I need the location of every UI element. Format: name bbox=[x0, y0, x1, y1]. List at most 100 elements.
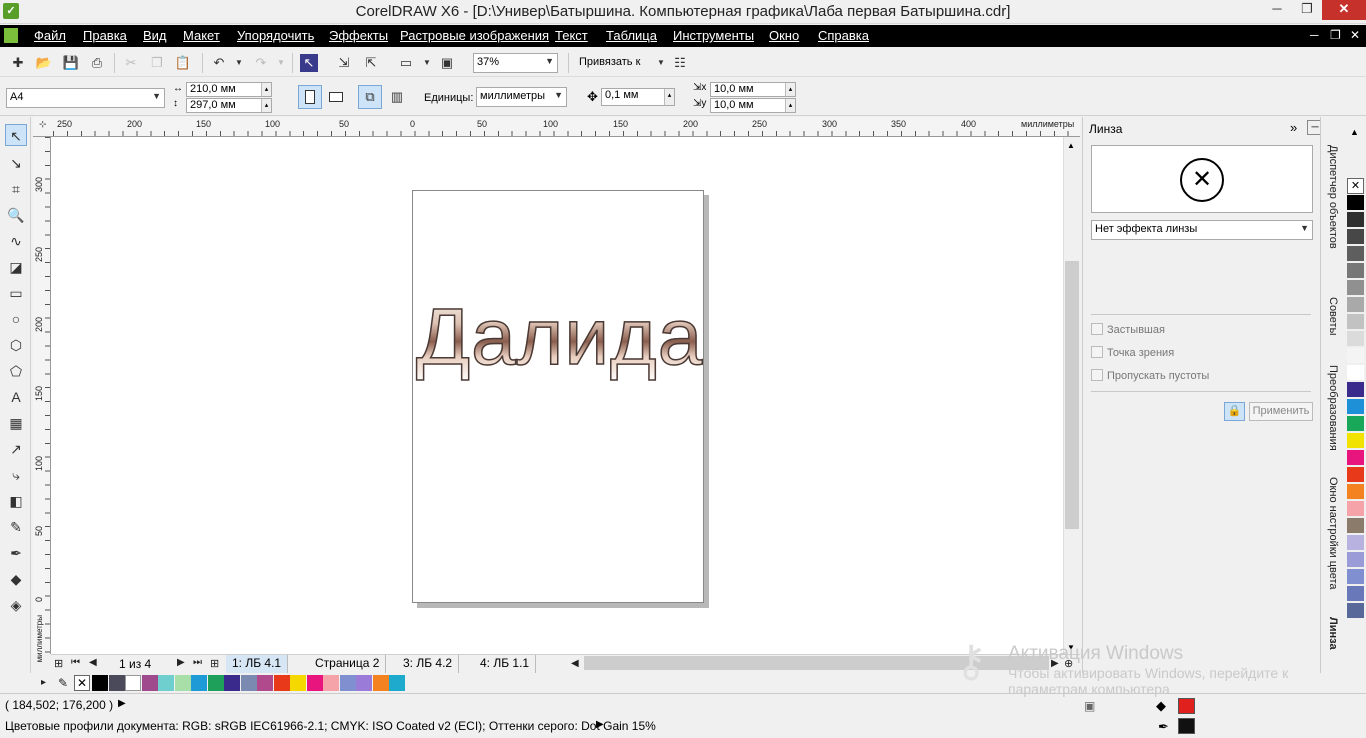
text-tool-icon[interactable]: A bbox=[5, 386, 27, 408]
page-size-combo[interactable]: A4 ▼ bbox=[6, 88, 165, 108]
vertical-scrollbar[interactable]: ▲ ▼ bbox=[1063, 137, 1080, 654]
fill-color-swatch[interactable] bbox=[1178, 698, 1195, 714]
color-swatch[interactable] bbox=[224, 675, 240, 691]
close-button[interactable]: ✕ bbox=[1322, 0, 1366, 20]
viewpoint-checkbox[interactable]: Точка зрения bbox=[1091, 346, 1174, 359]
snap-dropdown-icon[interactable]: ▼ bbox=[652, 54, 670, 72]
menu-text[interactable]: Текст bbox=[555, 28, 588, 43]
color-swatch[interactable] bbox=[1347, 212, 1364, 228]
basic-shapes-tool-icon[interactable]: ⬠ bbox=[5, 360, 27, 382]
color-swatch[interactable] bbox=[323, 675, 339, 691]
units-combo[interactable]: миллиметры ▼ bbox=[476, 87, 567, 107]
duplicate-y-field[interactable]: 10,0 мм ▴ bbox=[710, 98, 796, 113]
menu-arrange[interactable]: Упорядочить bbox=[237, 28, 314, 43]
color-swatch[interactable] bbox=[306, 675, 323, 691]
maximize-button[interactable]: ❐ bbox=[1292, 0, 1322, 20]
apply-button[interactable]: Применить bbox=[1249, 402, 1313, 421]
cut-icon[interactable]: ✂ bbox=[122, 54, 140, 72]
vertical-ruler[interactable]: 300 250 200 150 100 50 0 миллиметры bbox=[33, 137, 51, 662]
launcher-dropdown-icon[interactable]: ▼ bbox=[418, 54, 436, 72]
page-width-field[interactable]: 210,0 мм ▴ bbox=[186, 82, 272, 97]
color-swatch[interactable] bbox=[1347, 263, 1364, 279]
vertical-scroll-thumb[interactable] bbox=[1065, 261, 1079, 529]
export-icon[interactable]: ⇱ bbox=[362, 54, 380, 72]
profiles-menu-icon[interactable]: ▶ bbox=[596, 719, 604, 730]
menu-effects[interactable]: Эффекты bbox=[329, 28, 388, 43]
color-swatch[interactable] bbox=[1347, 518, 1364, 534]
duplicate-x-field[interactable]: 10,0 мм ▴ bbox=[710, 82, 796, 97]
menu-tools[interactable]: Инструменты bbox=[673, 28, 754, 43]
color-swatch[interactable] bbox=[372, 675, 389, 691]
page-tab[interactable]: 3: ЛБ 4.2 bbox=[397, 655, 460, 673]
nudge-distance-field[interactable]: 0,1 мм ▴ bbox=[601, 88, 675, 106]
color-swatch[interactable] bbox=[207, 675, 224, 691]
color-swatch[interactable] bbox=[240, 675, 257, 691]
color-swatch[interactable] bbox=[108, 675, 125, 691]
next-page-icon[interactable]: ▶ bbox=[177, 657, 185, 668]
zoom-tool-icon[interactable]: 🔍 bbox=[5, 204, 27, 226]
color-swatch[interactable] bbox=[273, 675, 290, 691]
menu-layout[interactable]: Макет bbox=[183, 28, 220, 43]
lock-icon[interactable]: 🔒 bbox=[1224, 402, 1245, 421]
smart-fill-tool-icon[interactable]: ◪ bbox=[5, 256, 27, 278]
tab-lens[interactable]: Линза bbox=[1323, 617, 1343, 657]
menu-bitmaps[interactable]: Растровые изображения bbox=[400, 28, 549, 43]
color-swatch[interactable] bbox=[158, 675, 174, 691]
doc-minimize-button[interactable]: ─ bbox=[1310, 28, 1319, 42]
lens-text-object[interactable]: Далида bbox=[415, 291, 703, 382]
color-swatch[interactable] bbox=[257, 675, 273, 691]
fill-tool-icon[interactable]: ◆ bbox=[5, 568, 27, 590]
landscape-icon[interactable] bbox=[329, 92, 343, 102]
tab-object-manager[interactable]: Диспетчер объектов bbox=[1323, 145, 1343, 275]
doc-restore-button[interactable]: ❐ bbox=[1330, 28, 1341, 42]
outline-pen-tool-icon[interactable]: ✒ bbox=[5, 542, 27, 564]
color-swatch[interactable] bbox=[290, 675, 306, 691]
scroll-up-icon[interactable]: ▲ bbox=[1067, 141, 1075, 150]
color-swatch[interactable] bbox=[1347, 484, 1364, 500]
import-icon[interactable]: ⇲ bbox=[335, 54, 353, 72]
last-page-icon[interactable]: ⏭ bbox=[193, 657, 202, 668]
table-tool-icon[interactable]: ▦ bbox=[5, 412, 27, 434]
redo-dropdown-icon[interactable]: ▼ bbox=[272, 54, 290, 72]
page-tab[interactable]: 1: ЛБ 4.1 bbox=[226, 655, 289, 673]
polygon-tool-icon[interactable]: ⬡ bbox=[5, 334, 27, 356]
color-swatch[interactable] bbox=[356, 675, 372, 691]
color-swatch[interactable] bbox=[1347, 603, 1364, 619]
snap-to-label[interactable]: Привязать к bbox=[579, 56, 640, 68]
color-swatch[interactable] bbox=[125, 675, 141, 691]
color-swatch[interactable] bbox=[1347, 569, 1364, 585]
color-swatch[interactable] bbox=[389, 675, 405, 691]
doc-close-button[interactable]: ✕ bbox=[1350, 28, 1360, 42]
color-profiles-info[interactable]: Цветовые профили документа: RGB: sRGB IE… bbox=[5, 719, 656, 733]
color-swatch[interactable] bbox=[92, 675, 108, 691]
minimize-button[interactable]: ─ bbox=[1262, 0, 1292, 20]
tab-color-styles[interactable]: Окно настройки цвета bbox=[1323, 477, 1343, 597]
redo-icon[interactable]: ↷ bbox=[252, 54, 270, 72]
color-swatch[interactable] bbox=[1347, 450, 1364, 466]
open-icon[interactable]: 📂 bbox=[35, 54, 53, 72]
menu-window[interactable]: Окно bbox=[769, 28, 799, 43]
tab-hints[interactable]: Советы bbox=[1323, 297, 1343, 342]
options-icon[interactable]: ☷ bbox=[671, 54, 689, 72]
color-swatch[interactable] bbox=[1347, 331, 1364, 347]
dimension-tool-icon[interactable]: ↗ bbox=[5, 438, 27, 460]
color-swatch[interactable] bbox=[174, 675, 191, 691]
undo-dropdown-icon[interactable]: ▼ bbox=[230, 54, 248, 72]
application-launcher-icon[interactable]: ▭ bbox=[397, 54, 415, 72]
palette-options-icon[interactable]: ▸ bbox=[41, 677, 46, 688]
document-page[interactable] bbox=[412, 190, 704, 603]
add-page-before-icon[interactable]: ⊞ bbox=[54, 657, 63, 670]
menu-view[interactable]: Вид bbox=[143, 28, 167, 43]
eyedropper-icon[interactable]: ✎ bbox=[58, 676, 68, 690]
color-swatch[interactable] bbox=[1347, 586, 1364, 602]
color-swatch[interactable] bbox=[1347, 195, 1364, 211]
color-swatch[interactable] bbox=[1347, 535, 1364, 551]
color-swatch[interactable] bbox=[1347, 382, 1364, 398]
horizontal-ruler[interactable]: ⊹ 250 200 150 100 50 0 50 100 150 200 25… bbox=[33, 117, 1080, 137]
new-document-icon[interactable]: ✚ bbox=[9, 54, 27, 72]
palette-scroll-up-icon[interactable]: ▲ bbox=[1350, 127, 1359, 137]
page-height-field[interactable]: 297,0 мм ▴ bbox=[186, 98, 272, 113]
remove-face-checkbox[interactable]: Пропускать пустоты bbox=[1091, 369, 1209, 382]
interactive-fill-tool-icon[interactable]: ◈ bbox=[5, 594, 27, 616]
no-color-swatch[interactable]: ✕ bbox=[1347, 178, 1364, 194]
